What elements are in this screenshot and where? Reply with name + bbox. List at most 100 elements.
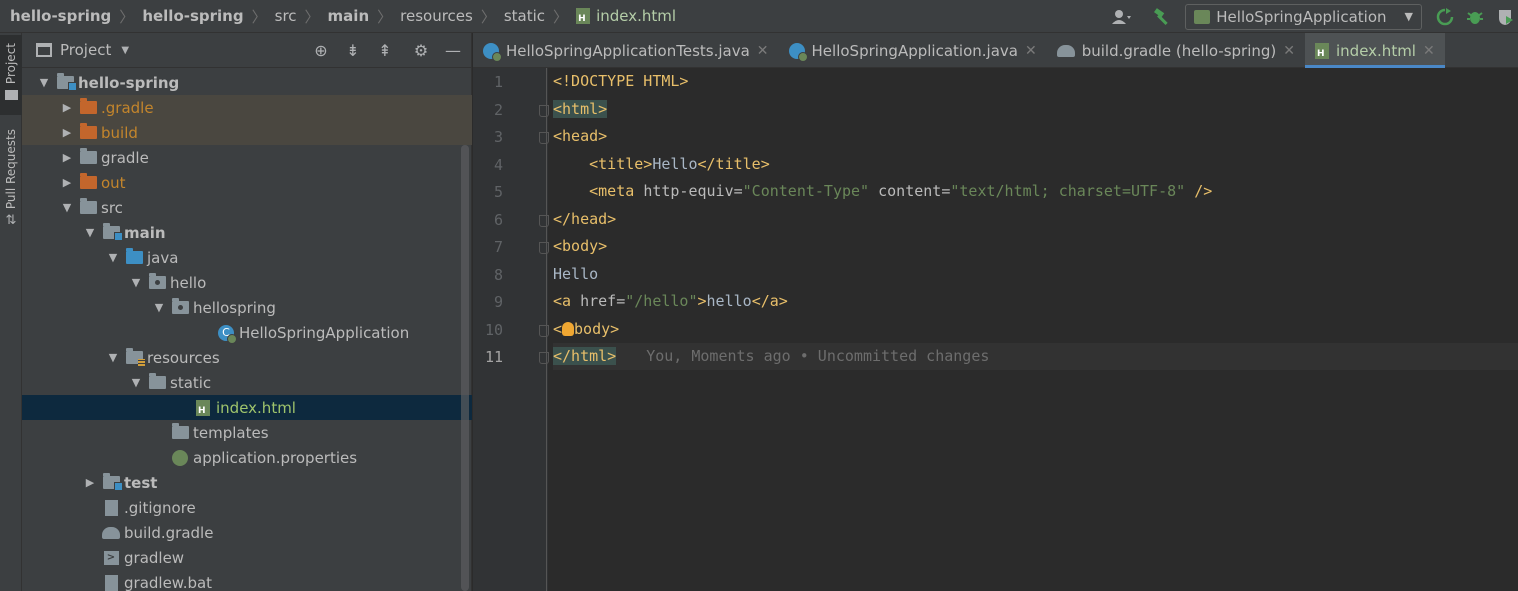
expand-arrow-icon[interactable]: ▼ bbox=[36, 75, 52, 91]
debug-icon[interactable] bbox=[1462, 4, 1488, 30]
gradle-file-icon bbox=[102, 525, 120, 541]
expand-all-icon[interactable]: ⇟ bbox=[341, 39, 365, 63]
tree-item-label: static bbox=[170, 373, 212, 392]
hammer-icon[interactable] bbox=[1149, 4, 1175, 30]
breadcrumb-item[interactable]: hello-spring bbox=[10, 7, 111, 25]
tree-item[interactable]: ▼ hello bbox=[22, 270, 472, 295]
tree-item-label: resources bbox=[147, 348, 220, 367]
intention-bulb-icon[interactable] bbox=[562, 322, 575, 336]
panel-title[interactable]: Project bbox=[60, 41, 111, 59]
tree-item[interactable]: ▼ hellospring bbox=[22, 295, 472, 320]
code-line: <head> bbox=[553, 123, 1518, 150]
project-panel-header: Project ▼ ⊕ ⇟ ⇞ ⚙ — bbox=[22, 33, 471, 68]
breadcrumb-item[interactable]: hello-spring bbox=[142, 7, 243, 25]
tree-item[interactable]: ▼ static bbox=[22, 370, 472, 395]
user-icon[interactable] bbox=[1109, 4, 1135, 30]
code-token: <head> bbox=[553, 127, 608, 145]
tree-item[interactable]: ▶ gradle bbox=[22, 145, 472, 170]
tree-item[interactable]: .gitignore bbox=[22, 495, 472, 520]
rerun-icon[interactable] bbox=[1432, 4, 1458, 30]
editor-tab[interactable]: HelloSpringApplication.java ✕ bbox=[779, 33, 1047, 68]
gear-icon[interactable]: ⚙ bbox=[409, 39, 433, 63]
tree-item[interactable]: ▶ test bbox=[22, 470, 472, 495]
tree-item[interactable]: index.html bbox=[22, 395, 472, 420]
toolbar: HelloSpringApplication ▼ bbox=[1109, 0, 1518, 33]
breadcrumb-item[interactable]: static bbox=[504, 7, 545, 25]
fold-marker-icon[interactable] bbox=[539, 104, 549, 117]
breadcrumb-item[interactable]: index.html bbox=[576, 7, 676, 25]
code-editor[interactable]: 1 2 3 4 5 6 7 8 9 10 11 <!DOCTYPE HTML> <html> <head… bbox=[473, 68, 1518, 591]
line-number: 11 bbox=[484, 348, 503, 366]
tree-item[interactable]: ▶ build bbox=[22, 120, 472, 145]
close-icon[interactable]: ✕ bbox=[1025, 43, 1037, 59]
editor-tab[interactable]: build.gradle (hello-spring) ✕ bbox=[1047, 33, 1305, 68]
tree-item[interactable]: ▼ java bbox=[22, 245, 472, 270]
tree-item[interactable]: gradlew.bat bbox=[22, 570, 472, 591]
html-icon bbox=[1315, 42, 1329, 59]
expand-arrow-icon[interactable]: ▼ bbox=[59, 200, 75, 216]
tree-item[interactable]: build.gradle bbox=[22, 520, 472, 545]
code-line: <html> bbox=[553, 96, 1518, 123]
code-token: body> bbox=[574, 319, 620, 338]
breadcrumb-label: main bbox=[327, 7, 370, 25]
folder-icon bbox=[79, 148, 97, 166]
fold-marker-icon[interactable] bbox=[539, 132, 549, 144]
expand-arrow-icon[interactable]: ▼ bbox=[105, 250, 121, 266]
breadcrumb-separator-icon: 〉 bbox=[251, 7, 267, 26]
tree-item[interactable]: templates bbox=[22, 420, 472, 445]
code-token: <!DOCTYPE HTML> bbox=[553, 72, 689, 90]
tree-item[interactable]: application.properties bbox=[22, 445, 472, 470]
tree-item[interactable]: > gradlew bbox=[22, 545, 472, 570]
fold-marker-icon[interactable] bbox=[539, 324, 549, 337]
expand-arrow-icon[interactable]: ▼ bbox=[128, 375, 144, 391]
fold-marker-icon[interactable] bbox=[539, 242, 549, 254]
tree-item[interactable]: C HelloSpringApplication bbox=[22, 320, 472, 345]
run-configuration-select[interactable]: HelloSpringApplication ▼ bbox=[1185, 3, 1422, 30]
module-folder-icon bbox=[102, 473, 123, 491]
collapse-arrow-icon[interactable]: ▶ bbox=[59, 100, 75, 116]
chevron-down-icon[interactable]: ▼ bbox=[121, 45, 129, 56]
code-token: > bbox=[697, 292, 707, 310]
project-tree-scrollbar[interactable] bbox=[461, 145, 469, 591]
breadcrumb-item[interactable]: resources bbox=[400, 7, 473, 25]
collapse-arrow-icon[interactable]: ▶ bbox=[59, 175, 75, 191]
expand-arrow-icon[interactable]: ▼ bbox=[82, 225, 98, 241]
stripe-tab-pull-requests[interactable]: Pull Requests ⇅ bbox=[0, 125, 22, 237]
fold-marker-icon[interactable] bbox=[539, 214, 549, 227]
collapse-arrow-icon[interactable]: ▶ bbox=[59, 125, 75, 141]
close-icon[interactable]: ✕ bbox=[1423, 43, 1435, 59]
code-token: hello bbox=[706, 292, 752, 310]
gradle-icon bbox=[1056, 44, 1075, 57]
collapse-all-icon[interactable]: ⇞ bbox=[373, 39, 397, 63]
tree-item[interactable]: ▶ out bbox=[22, 170, 472, 195]
stripe-tab-project[interactable]: Project bbox=[0, 35, 22, 115]
breadcrumb-item[interactable]: main bbox=[328, 7, 370, 25]
gutter-divider bbox=[546, 68, 547, 591]
tree-item[interactable]: ▶ .gradle bbox=[22, 95, 472, 120]
collapse-arrow-icon[interactable]: ▶ bbox=[59, 150, 75, 166]
tree-item[interactable]: ▼ src bbox=[22, 195, 472, 220]
tree-item-label: hello bbox=[170, 273, 207, 292]
stripe-project-label: Project bbox=[4, 43, 18, 85]
code-token: </a> bbox=[751, 292, 788, 310]
expand-arrow-icon[interactable]: ▼ bbox=[151, 300, 167, 316]
minimize-icon[interactable]: — bbox=[441, 39, 465, 63]
breadcrumb-item[interactable]: src bbox=[275, 7, 297, 25]
java-class-icon: C bbox=[217, 324, 237, 344]
editor-tab[interactable]: HelloSpringApplicationTests.java ✕ bbox=[473, 33, 779, 68]
expand-arrow-icon[interactable]: ▼ bbox=[128, 275, 144, 291]
tree-item[interactable]: ▼ resources bbox=[22, 345, 472, 370]
close-icon[interactable]: ✕ bbox=[1283, 43, 1295, 59]
close-icon[interactable]: ✕ bbox=[757, 43, 769, 59]
expand-arrow-icon[interactable]: ▼ bbox=[105, 350, 121, 366]
fold-marker-icon[interactable] bbox=[539, 352, 549, 364]
tree-item[interactable]: ▼ main bbox=[22, 220, 472, 245]
tree-item[interactable]: ▼ hello-spring bbox=[22, 70, 472, 95]
collapse-arrow-icon[interactable]: ▶ bbox=[82, 475, 98, 491]
code-line: < body> bbox=[553, 316, 1518, 343]
editor-tab[interactable]: index.html ✕ bbox=[1305, 33, 1445, 68]
tree-item-label: gradlew.bat bbox=[124, 573, 213, 591]
coverage-icon[interactable] bbox=[1492, 4, 1518, 30]
locate-icon[interactable]: ⊕ bbox=[309, 39, 333, 63]
